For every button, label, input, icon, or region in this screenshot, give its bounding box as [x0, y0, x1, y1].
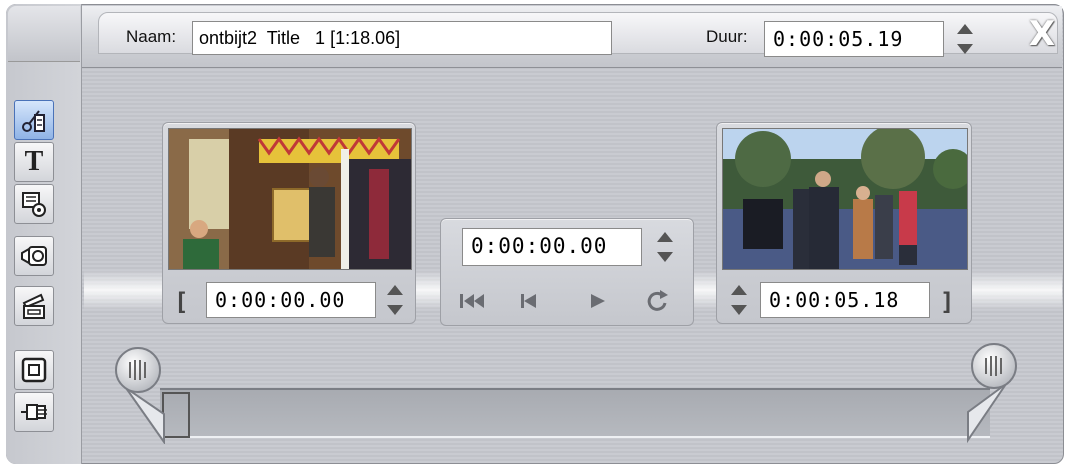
duration-spinner-icon[interactable]: [954, 21, 976, 57]
loop-icon: [647, 290, 668, 311]
tool-frame-button[interactable]: [14, 350, 54, 390]
current-timecode-field[interactable]: 0:00:00.00: [462, 228, 642, 266]
go-to-start-button[interactable]: [456, 286, 490, 316]
duration-field[interactable]: 0:00:05.19: [764, 21, 944, 57]
tool-capture-button[interactable]: [14, 236, 54, 276]
corner-tab: [8, 6, 80, 62]
end-timecode-field[interactable]: 0:00:05.18: [760, 282, 930, 318]
clip-name-field[interactable]: ontbijt2 Title 1 [1:18.06]: [192, 21, 612, 55]
trim-handle-icon: [967, 343, 1017, 444]
tool-edit-clip-button[interactable]: [14, 100, 54, 140]
play-button[interactable]: [580, 286, 614, 316]
start-trim-handle[interactable]: [108, 344, 168, 446]
trim-handle-icon: [115, 347, 165, 446]
tool-title-button[interactable]: T: [14, 142, 54, 182]
play-icon: [591, 294, 605, 308]
duration-label: Duur:: [706, 27, 748, 46]
end-bracket: ]: [940, 288, 955, 316]
camera-capture-icon: [21, 246, 47, 266]
skip-to-start-icon: [460, 294, 484, 308]
tool-plugin-button[interactable]: [14, 392, 54, 432]
close-button[interactable]: X: [1022, 14, 1062, 58]
start-bracket: [: [174, 288, 189, 316]
plug-icon: [21, 404, 47, 420]
audio-clip-icon: [22, 192, 46, 217]
clapperboard-icon: [22, 293, 45, 319]
current-spinner-icon[interactable]: [654, 229, 676, 265]
scissors-clip-icon: [22, 110, 45, 132]
step-back-button[interactable]: [512, 286, 546, 316]
name-label: Naam:: [126, 27, 177, 46]
frame-box-icon: [21, 357, 47, 383]
clip-editor-window: Naam: ontbijt2 Title 1 [1:18.06] Duur: 0…: [0, 0, 1066, 466]
title-text-icon: T: [24, 146, 44, 177]
loop-button[interactable]: [640, 286, 674, 316]
start-frame-thumbnail: [168, 128, 412, 270]
trim-timeline-track[interactable]: [160, 388, 990, 438]
end-trim-handle[interactable]: [962, 340, 1024, 444]
end-frame-thumbnail: [722, 128, 968, 270]
start-timecode-field[interactable]: 0:00:00.00: [206, 282, 376, 318]
tool-audio-button[interactable]: [14, 184, 54, 224]
start-spinner-icon[interactable]: [384, 282, 406, 318]
tool-clapper-button[interactable]: [14, 286, 54, 326]
step-back-icon: [521, 294, 536, 308]
end-spinner-icon[interactable]: [728, 282, 750, 318]
